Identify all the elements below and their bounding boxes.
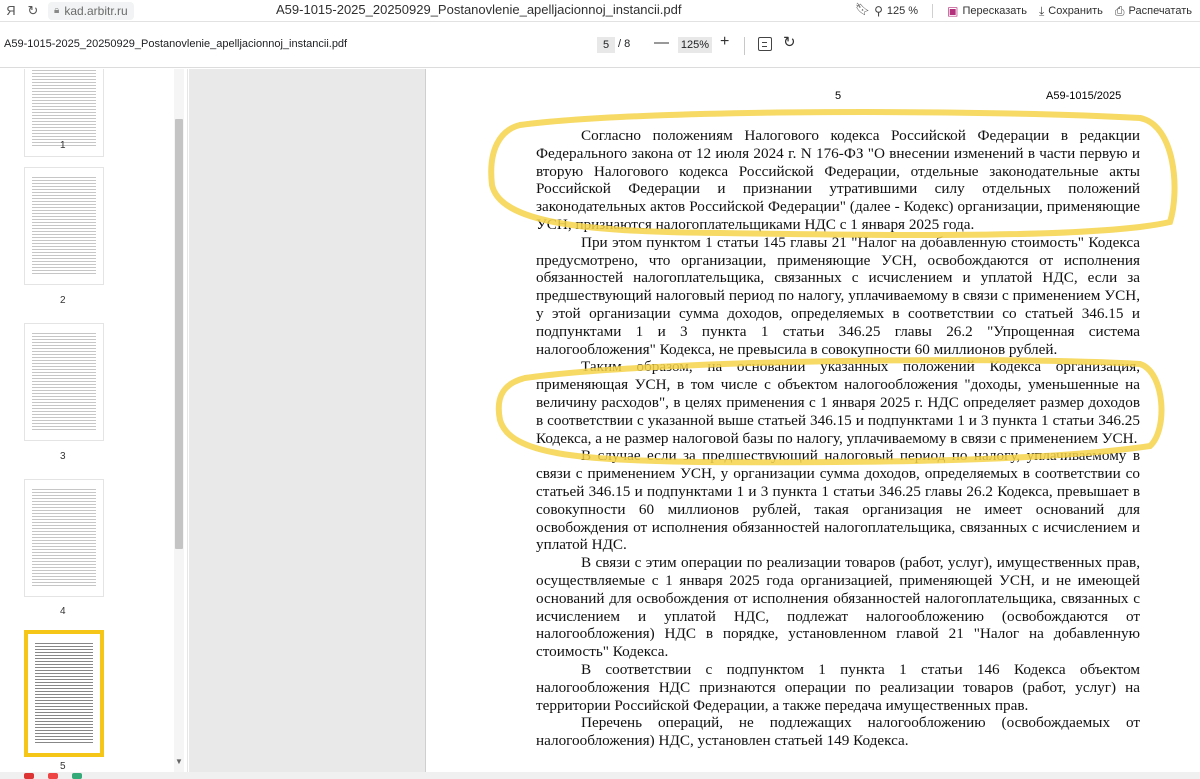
thumbnail-text <box>35 643 93 745</box>
thumbnail-text <box>32 333 96 432</box>
paragraph: В соответствии с подпунктом 1 пункта 1 с… <box>536 660 1140 714</box>
scroll-down-icon[interactable]: ▼ <box>175 757 183 766</box>
address-text: kad.arbitr.ru <box>64 3 128 18</box>
taskbar-strip <box>0 772 1200 779</box>
pdf-toolbar: A59-1015-2025_20250929_Postanovlenie_ape… <box>0 23 1200 68</box>
separator <box>744 37 745 55</box>
thumbnail-page-2[interactable] <box>24 167 104 285</box>
tab-title: A59-1015-2025_20250929_Postanovlenie_ape… <box>276 2 682 17</box>
taskbar-app-icon[interactable] <box>72 773 82 779</box>
save-button[interactable]: ⤓ Сохранить <box>1035 4 1107 19</box>
retell-icon: ▣ <box>947 4 959 18</box>
taskbar-app-icon[interactable] <box>24 773 34 779</box>
thumbnail-text <box>32 489 96 588</box>
print-button[interactable]: ⎙ Распечатать <box>1111 4 1196 19</box>
thumbnail-text <box>32 177 96 276</box>
zoom-in-icon[interactable]: + <box>720 33 729 51</box>
sidebar-scrollbar[interactable] <box>175 119 183 549</box>
page-total: / 8 <box>618 38 631 50</box>
paragraph: Перечень операций, не подлежащих налогоо… <box>536 714 1140 750</box>
taskbar-app-icon[interactable] <box>48 773 58 779</box>
bookmark-icon[interactable]: 🔖︎ <box>855 2 870 16</box>
thumbnail-label: 4 <box>60 606 66 617</box>
thumbnail-page-4[interactable] <box>24 479 104 597</box>
thumbnail-text <box>32 69 96 148</box>
thumbnail-label: 5 <box>60 761 66 772</box>
thumbnail-page-3[interactable] <box>24 323 104 441</box>
paragraph: В связи с этим операции по реализации то… <box>536 554 1140 661</box>
rotate-icon[interactable]: ↻ <box>783 33 796 51</box>
separator <box>932 4 934 18</box>
thumbnail-label: 3 <box>60 451 66 462</box>
magnifier-icon: ⚲ <box>874 4 883 18</box>
zoom-out-icon[interactable]: — <box>654 34 669 51</box>
address-bar[interactable]: 🔒︎ kad.arbitr.ru <box>48 1 134 20</box>
thumbnail-label: 1 <box>60 140 66 151</box>
yandex-icon[interactable]: Я <box>0 0 22 22</box>
retell-button[interactable]: ▣ Пересказать <box>943 4 1031 18</box>
printer-icon: ⎙ <box>1114 3 1125 18</box>
download-icon: ⤓ <box>1038 3 1045 18</box>
thumbnail-label: 2 <box>60 295 66 306</box>
page-number-input[interactable]: 5 <box>597 37 615 53</box>
paragraph: При этом пунктом 1 статьи 145 главы 21 "… <box>536 233 1140 358</box>
thumbnail-sidebar: 1 2 3 4 5 ▼ <box>0 69 188 779</box>
page-number: 5 <box>835 90 842 102</box>
reload-icon[interactable]: ↻ <box>22 0 44 22</box>
case-number: А59-1015/2025 <box>1046 90 1122 102</box>
fit-page-icon[interactable] <box>758 37 772 51</box>
browser-toolbar: Я ↻ 🔒︎ kad.arbitr.ru A59-1015-2025_20250… <box>0 0 1200 22</box>
zoom-input[interactable]: 125% <box>678 37 712 53</box>
document-body: Согласно положениям Налогового кодекса Р… <box>536 127 1140 750</box>
zoom-indicator[interactable]: ⚲ 125 % <box>870 4 922 18</box>
thumbnail-page-5[interactable] <box>24 630 104 757</box>
pdf-filename: A59-1015-2025_20250929_Postanovlenie_ape… <box>4 38 348 50</box>
lock-icon: 🔒︎ <box>54 5 60 16</box>
paragraph: Таким образом, на основании указанных по… <box>536 358 1140 447</box>
paragraph: В случае если за предшествующий налоговы… <box>536 447 1140 554</box>
paragraph: Согласно положениям Налогового кодекса Р… <box>536 127 1140 233</box>
